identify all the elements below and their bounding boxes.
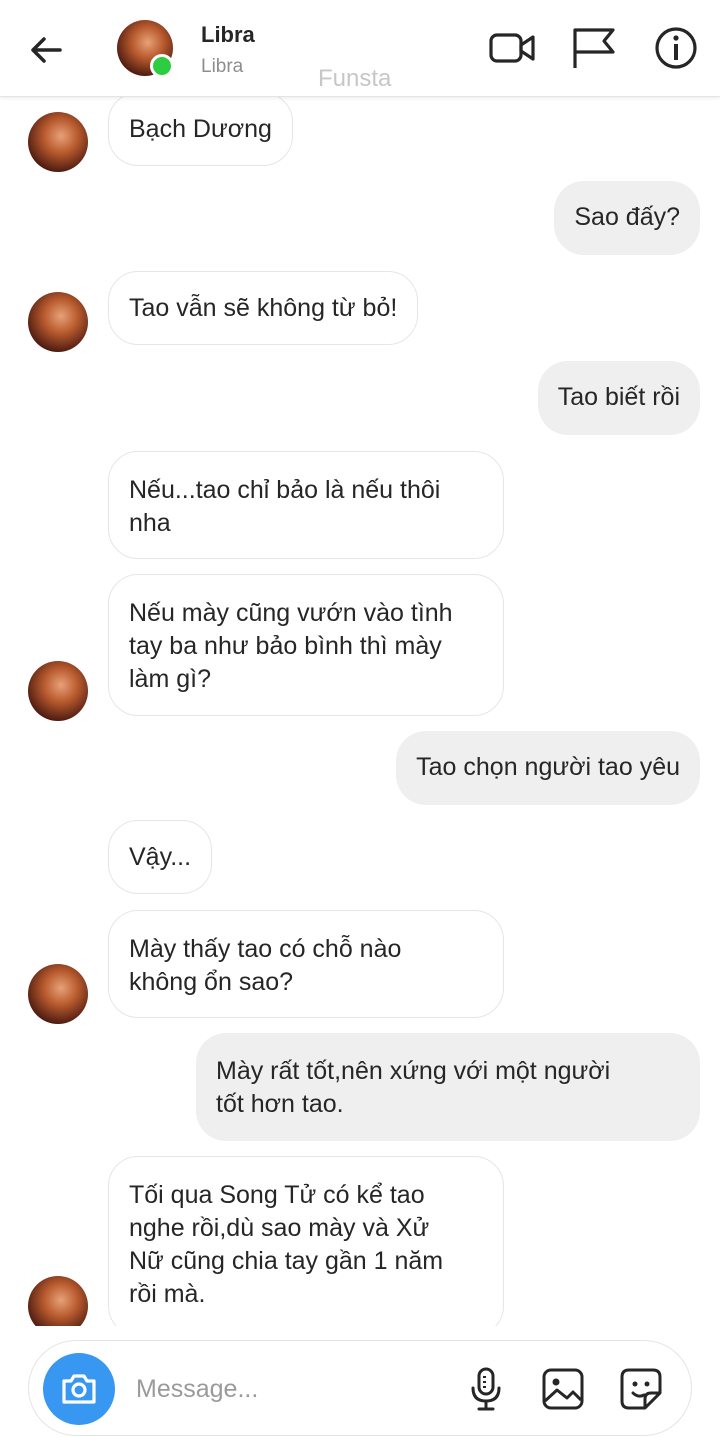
message-received[interactable]: Nếu...tao chỉ bảo là nếu thôi nha <box>108 451 504 559</box>
message-thread[interactable]: Bạch Dương Sao đấy? Tao vẫn sẽ không từ … <box>0 96 720 1326</box>
contact-username: Libra <box>201 56 244 77</box>
sender-avatar[interactable] <box>28 964 88 1024</box>
message-sent[interactable]: Tao biết rồi <box>537 361 700 435</box>
sender-avatar[interactable] <box>28 1276 88 1326</box>
message-received[interactable]: Vậy... <box>108 820 213 894</box>
watermark-text: Funsta <box>318 65 392 92</box>
message-composer <box>28 1340 692 1436</box>
message-received[interactable]: Tao vẫn sẽ không từ bỏ! <box>108 271 419 345</box>
message-sent[interactable]: Sao đấy? <box>554 181 700 255</box>
message-received[interactable]: Mày thấy tao có chỗ nào không ổn sao? <box>108 910 504 1018</box>
camera-button[interactable] <box>43 1353 115 1425</box>
message-sent[interactable]: Tao chọn người tao yêu <box>396 731 700 805</box>
sender-avatar[interactable] <box>28 112 88 172</box>
sticker-icon[interactable] <box>617 1365 665 1413</box>
message-input[interactable] <box>134 1367 438 1411</box>
chat-header: Libra Libra Funsta <box>0 0 720 97</box>
message-received[interactable]: Tối qua Song Tử có kể tao nghe rồi,dù sa… <box>108 1156 504 1326</box>
message-received[interactable]: Bạch Dương <box>108 96 293 166</box>
camera-icon <box>62 1374 96 1404</box>
flag-icon[interactable] <box>570 24 618 72</box>
contact-name[interactable]: Libra <box>201 22 255 48</box>
online-status-dot <box>150 54 174 78</box>
microphone-icon[interactable] <box>462 1365 510 1413</box>
sender-avatar[interactable] <box>28 292 88 352</box>
back-arrow-icon[interactable] <box>24 28 68 72</box>
gallery-icon[interactable] <box>539 1365 587 1413</box>
sender-avatar[interactable] <box>28 661 88 721</box>
video-call-icon[interactable] <box>488 24 536 72</box>
info-icon[interactable] <box>652 24 700 72</box>
message-sent[interactable]: Mày rất tốt,nên xứng với một người tốt h… <box>196 1033 700 1141</box>
message-received[interactable]: Nếu mày cũng vướn vào tình tay ba như bả… <box>108 574 504 716</box>
